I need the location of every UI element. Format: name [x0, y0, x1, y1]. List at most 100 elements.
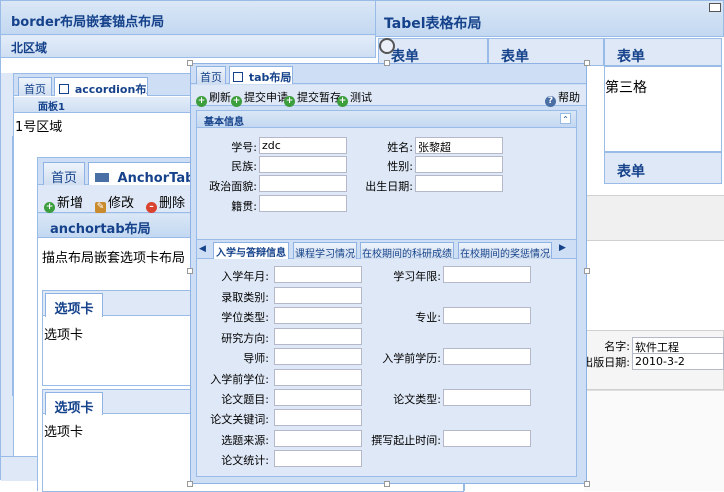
student-no-label: 学号: [231, 141, 257, 154]
origin-label: 籍贯: [231, 200, 257, 213]
name-field[interactable]: 张黎超 [415, 137, 503, 154]
thesis-title-label: 论文题目: [221, 393, 269, 406]
gender-label: 性别: [387, 160, 413, 173]
student-no-field[interactable]: zdc [259, 137, 347, 154]
prior-degree-label: 入学前学位: [210, 373, 269, 386]
basic-info-header[interactable]: 基本信息 [197, 111, 576, 128]
test-button[interactable]: + 测试 [337, 89, 372, 107]
keywords-label: 论文关键词: [210, 413, 269, 426]
calendar-icon [233, 72, 243, 82]
edit-icon: ✎ [95, 202, 106, 213]
enroll-date-label: 入学年月: [221, 270, 269, 283]
refresh-button[interactable]: + 刷新 [196, 89, 231, 107]
resize-handle[interactable] [384, 481, 390, 487]
thesis-type-label: 论文类型: [393, 393, 441, 406]
prior-edu-label: 入学前学历: [382, 352, 441, 365]
window-title-bar[interactable]: border布局嵌套锚点布局 [1, 1, 375, 35]
degree-type-field[interactable] [274, 307, 362, 324]
window-title: border布局嵌套锚点布局 [11, 15, 165, 30]
resize-handle[interactable] [584, 481, 590, 487]
topic-source-field[interactable] [274, 430, 362, 447]
thesis-stats-label: 论文统计: [221, 454, 269, 467]
resize-handle[interactable] [584, 60, 590, 66]
help-icon: ? [545, 96, 556, 107]
tab-home[interactable]: 首页 [18, 77, 52, 96]
birth-date-label: 出生日期: [365, 180, 413, 193]
tab-accordion[interactable]: accordion布局 ✕ [54, 77, 148, 96]
card-body-text: 选项卡 [44, 425, 84, 440]
origin-field[interactable] [259, 195, 347, 212]
table-icon [59, 84, 69, 94]
detail-tab-panel: ◀ 入学与答辩信息 课程学习情况 在校期间的科研成绩 在校期间的奖惩情况 ▶ 入… [196, 239, 577, 477]
edit-button[interactable]: ✎ 修改 [95, 192, 134, 213]
prior-edu-field[interactable] [443, 348, 531, 365]
name-field[interactable]: 软件工程 [632, 337, 724, 354]
tab-tab-layout[interactable]: tab布局 ✕ [229, 66, 293, 84]
politics-field[interactable] [259, 175, 347, 192]
tab-awards[interactable]: 在校期间的奖惩情况 [458, 242, 552, 259]
admission-type-field[interactable] [274, 287, 362, 304]
admission-type-label: 录取类别: [221, 291, 269, 304]
major-field[interactable] [443, 307, 531, 324]
scroll-left-icon[interactable]: ◀ [199, 244, 206, 254]
topic-source-label: 选题来源: [221, 434, 269, 447]
delete-button[interactable]: – 删除 [146, 192, 185, 213]
card-body-text: 选项卡 [44, 328, 84, 343]
ethnicity-field[interactable] [259, 156, 347, 173]
resize-handle[interactable] [187, 268, 193, 274]
study-years-label: 学习年限: [393, 270, 441, 283]
save-draft-icon: + [284, 96, 295, 107]
submit-apply-button[interactable]: + 提交申请 [231, 89, 288, 107]
window-title-bar[interactable]: Tabel表格布局 [372, 1, 723, 37]
thesis-type-field[interactable] [443, 389, 531, 406]
tutor-field[interactable] [274, 348, 362, 365]
gender-field[interactable] [415, 156, 503, 173]
thesis-title-field[interactable] [274, 389, 362, 406]
major-label: 专业: [415, 311, 441, 324]
background-window-edge [584, 390, 724, 491]
table-cell-third: 第三格 [604, 66, 722, 152]
resize-handle[interactable] [187, 60, 193, 66]
resize-handle[interactable] [584, 268, 590, 274]
name-label: 姓名: [387, 141, 413, 154]
save-draft-button[interactable]: + 提交暂存 [284, 89, 341, 107]
tab-enrollment[interactable]: 入学与答辩信息 [213, 242, 289, 259]
name-label: 名字: [604, 340, 630, 353]
background-window-edge [584, 240, 724, 340]
study-years-field[interactable] [443, 266, 531, 283]
submit-icon: + [231, 96, 242, 107]
degree-type-label: 学位类型: [221, 311, 269, 324]
move-cursor-icon [379, 38, 395, 54]
test-icon: + [337, 96, 348, 107]
tab-courses[interactable]: 课程学习情况 [293, 242, 357, 259]
window-restore-icon[interactable] [709, 3, 721, 12]
prior-degree-field[interactable] [274, 369, 362, 386]
delete-icon: – [146, 202, 157, 213]
tab-home[interactable]: 首页 [196, 66, 226, 84]
write-time-field[interactable] [443, 430, 531, 447]
scroll-right-icon[interactable]: ▶ [559, 243, 566, 253]
help-button[interactable]: ? 帮助 [545, 89, 580, 107]
window-title: Tabel表格布局 [384, 16, 482, 32]
html-icon [95, 173, 109, 182]
resize-handle[interactable] [384, 60, 390, 66]
enroll-date-field[interactable] [274, 266, 362, 283]
tab-research[interactable]: 在校期间的科研成绩 [360, 242, 454, 259]
collapse-icon[interactable]: ⌃ [560, 113, 571, 124]
research-field[interactable] [274, 328, 362, 345]
tab-layout-window: 首页 tab布局 ✕ +刷新 +提交申请 +提交暂存 +测试 ?帮助 基本信息 … [190, 63, 587, 484]
resize-handle[interactable] [187, 481, 193, 487]
card-tab-2[interactable]: 选项卡 [45, 392, 103, 415]
tab-anchortab[interactable]: AnchorTab页 [88, 162, 198, 185]
tab-home[interactable]: 首页 [43, 162, 85, 185]
west-collapse-bar[interactable] [1, 136, 13, 396]
thesis-stats-field[interactable] [274, 450, 362, 467]
north-region-header: 北区域 [1, 36, 375, 58]
refresh-icon: + [196, 96, 207, 107]
add-button[interactable]: + 新增 [44, 192, 83, 213]
card-tab-1[interactable]: 选项卡 [45, 293, 103, 317]
background-window-edge [584, 195, 724, 240]
birth-date-field[interactable] [415, 175, 503, 192]
keywords-field[interactable] [274, 409, 362, 426]
publish-date-field[interactable]: 2010-3-2 [632, 353, 724, 370]
